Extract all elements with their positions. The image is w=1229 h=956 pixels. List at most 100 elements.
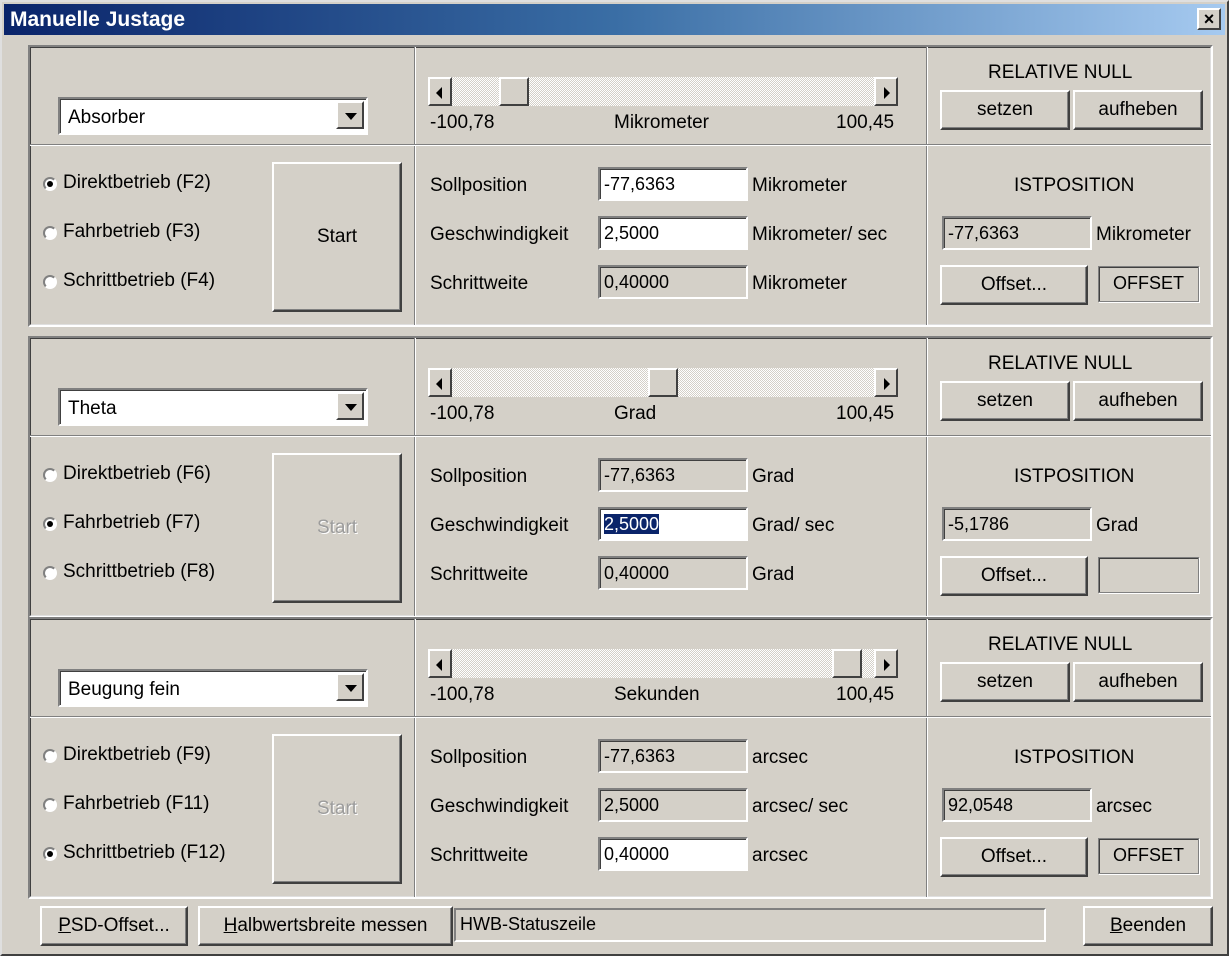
mode-radio[interactable] bbox=[43, 468, 57, 482]
close-icon: × bbox=[1203, 9, 1215, 29]
axis-select[interactable]: Absorber bbox=[58, 97, 368, 135]
slider-thumb[interactable] bbox=[499, 77, 529, 106]
arrow-left-icon bbox=[436, 378, 442, 390]
arrow-right-icon bbox=[884, 659, 890, 671]
offset-indicator bbox=[1098, 557, 1199, 593]
field-value: -77,6363 bbox=[604, 465, 676, 485]
set-relative-null-button[interactable]: setzen bbox=[940, 90, 1070, 130]
position-slider[interactable] bbox=[428, 649, 898, 678]
mode-label[interactable]: Direktbetrieb (F6) bbox=[63, 463, 211, 485]
value-field: -77,6363 bbox=[598, 739, 748, 773]
start-button[interactable]: Start bbox=[272, 453, 402, 603]
mode-radio[interactable] bbox=[43, 749, 57, 763]
dropdown-button[interactable] bbox=[336, 673, 364, 701]
field-unit: Grad/ sec bbox=[752, 515, 835, 536]
exit-button[interactable]: Beenden bbox=[1083, 906, 1213, 946]
scroll-right-button[interactable] bbox=[874, 77, 898, 106]
field-value: 2,5000 bbox=[604, 223, 660, 243]
dropdown-button[interactable] bbox=[336, 101, 364, 129]
mode-label[interactable]: Fahrbetrieb (F3) bbox=[63, 221, 200, 243]
scroll-left-button[interactable] bbox=[428, 649, 452, 678]
mode-label[interactable]: Schrittbetrieb (F4) bbox=[63, 270, 215, 292]
range-min: -100,78 bbox=[430, 403, 495, 424]
set-relative-null-button[interactable]: setzen bbox=[940, 381, 1070, 421]
slider-thumb[interactable] bbox=[648, 368, 678, 397]
field-unit: Grad bbox=[752, 466, 795, 487]
selected-text: 2,5000 bbox=[604, 514, 660, 534]
field-unit: Mikrometer bbox=[752, 175, 848, 196]
offset-button[interactable]: Offset... bbox=[940, 556, 1088, 596]
field-value: 2,5000 bbox=[604, 795, 660, 815]
divider bbox=[414, 619, 416, 897]
scroll-left-button[interactable] bbox=[428, 77, 452, 106]
offset-indicator: OFFSET bbox=[1098, 838, 1199, 874]
relative-null-heading: RELATIVE NULL bbox=[988, 62, 1133, 83]
value-field[interactable]: 2,5000 bbox=[598, 216, 748, 250]
offset-button[interactable]: Offset... bbox=[940, 265, 1088, 305]
exit-label: eenden bbox=[1122, 915, 1187, 936]
field-unit: Mikrometer/ sec bbox=[752, 224, 888, 245]
actual-position-value: -77,6363 bbox=[948, 223, 1020, 243]
istposition-heading: ISTPOSITION bbox=[1014, 175, 1135, 196]
start-button[interactable]: Start bbox=[272, 734, 402, 884]
divider bbox=[926, 47, 928, 325]
range-unit: Mikrometer bbox=[614, 112, 710, 133]
field-label: Geschwindigkeit bbox=[430, 796, 569, 817]
actual-position-field: -77,6363 bbox=[942, 216, 1092, 250]
axis-select[interactable]: Theta bbox=[58, 388, 368, 426]
scroll-left-button[interactable] bbox=[428, 368, 452, 397]
radio-selected-dot bbox=[47, 181, 53, 187]
mode-label[interactable]: Schrittbetrieb (F12) bbox=[63, 842, 226, 864]
close-button[interactable]: × bbox=[1197, 8, 1221, 30]
start-button[interactable]: Start bbox=[272, 162, 402, 312]
offset-button[interactable]: Offset... bbox=[940, 837, 1088, 877]
dropdown-button[interactable] bbox=[336, 392, 364, 420]
position-slider[interactable] bbox=[428, 77, 898, 106]
arrow-right-icon bbox=[884, 87, 890, 99]
field-value: 0,40000 bbox=[604, 563, 670, 583]
clear-relative-null-button[interactable]: aufheben bbox=[1073, 381, 1203, 421]
actual-position-value: -5,1786 bbox=[948, 514, 1010, 534]
field-label: Schrittweite bbox=[430, 845, 529, 866]
clear-relative-null-button[interactable]: aufheben bbox=[1073, 662, 1203, 702]
scroll-right-button[interactable] bbox=[874, 649, 898, 678]
mode-radio[interactable] bbox=[43, 566, 57, 580]
value-field[interactable]: 2,5000 bbox=[598, 507, 748, 541]
mode-label[interactable]: Fahrbetrieb (F11) bbox=[63, 793, 209, 815]
mode-label[interactable]: Fahrbetrieb (F7) bbox=[63, 512, 200, 534]
mode-radio[interactable] bbox=[43, 798, 57, 812]
value-field[interactable]: 0,40000 bbox=[598, 837, 748, 871]
mode-radio[interactable] bbox=[43, 177, 57, 191]
mode-label[interactable]: Schrittbetrieb (F8) bbox=[63, 561, 215, 583]
range-unit: Grad bbox=[614, 403, 657, 424]
field-label: Schrittweite bbox=[430, 273, 529, 294]
offset-indicator: OFFSET bbox=[1098, 266, 1199, 302]
range-max: 100,45 bbox=[836, 112, 895, 133]
clear-relative-null-button[interactable]: aufheben bbox=[1073, 90, 1203, 130]
field-value: -77,6363 bbox=[604, 174, 676, 194]
psd-offset-button[interactable]: PSD-Offset... bbox=[40, 906, 188, 946]
mode-label[interactable]: Direktbetrieb (F2) bbox=[63, 172, 211, 194]
measure-fwhm-button[interactable]: Halbwertsbreite messen bbox=[198, 906, 453, 946]
mode-radio[interactable] bbox=[43, 275, 57, 289]
field-value: -77,6363 bbox=[604, 746, 676, 766]
arrow-left-icon bbox=[436, 659, 442, 671]
mode-radio[interactable] bbox=[43, 847, 57, 861]
slider-thumb[interactable] bbox=[832, 649, 862, 678]
scroll-right-button[interactable] bbox=[874, 368, 898, 397]
axis-select-value: Absorber bbox=[68, 107, 146, 128]
value-field: -77,6363 bbox=[598, 458, 748, 492]
axis-select[interactable]: Beugung fein bbox=[58, 669, 368, 707]
field-unit: Grad bbox=[752, 564, 795, 585]
mode-radio[interactable] bbox=[43, 226, 57, 240]
range-max: 100,45 bbox=[836, 403, 895, 424]
title-bar[interactable]: Manuelle Justage × bbox=[4, 4, 1225, 35]
mode-label[interactable]: Direktbetrieb (F9) bbox=[63, 744, 211, 766]
set-relative-null-button[interactable]: setzen bbox=[940, 662, 1070, 702]
divider bbox=[30, 435, 1211, 437]
position-slider[interactable] bbox=[428, 368, 898, 397]
range-min: -100,78 bbox=[430, 684, 495, 705]
value-field[interactable]: -77,6363 bbox=[598, 167, 748, 201]
mode-radio[interactable] bbox=[43, 517, 57, 531]
istposition-heading: ISTPOSITION bbox=[1014, 466, 1135, 487]
